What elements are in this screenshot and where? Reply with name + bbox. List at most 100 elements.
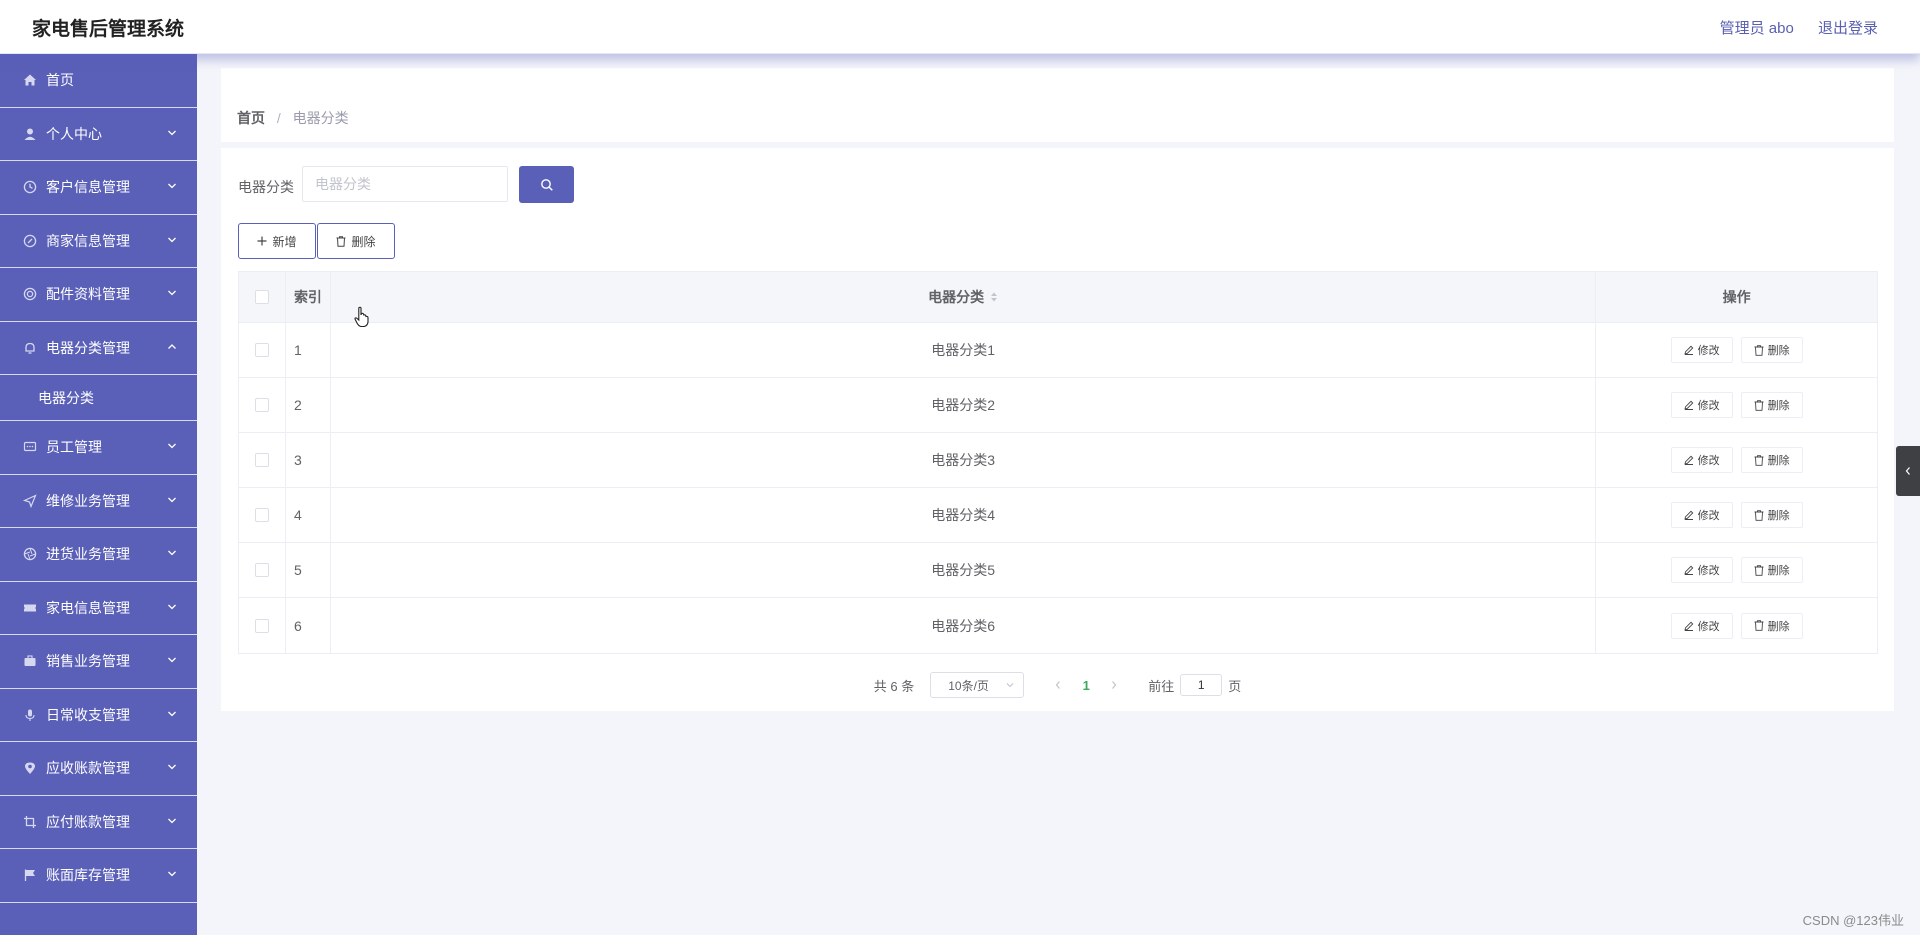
chevron-down-icon (168, 237, 176, 242)
sidebar-item-home[interactable]: 首页 (0, 54, 197, 108)
delete-button[interactable]: 删除 (1740, 502, 1803, 528)
delete-button[interactable]: 删除 (1740, 557, 1803, 583)
column-header-operation: 操作 (1722, 289, 1751, 305)
row-checkbox[interactable] (254, 453, 269, 467)
sidebar-item-purchase-business[interactable]: 进货业务管理 (0, 528, 197, 582)
edit-button-label: 修改 (1697, 565, 1720, 577)
briefcase-icon (22, 653, 38, 669)
chevron-down-icon (168, 183, 176, 189)
batch-delete-button[interactable]: 删除 (317, 223, 395, 259)
chevron-down-icon (168, 130, 176, 135)
top-right-links: 管理员 abo 退出登录 (1700, 17, 1878, 38)
search-button[interactable] (519, 166, 574, 203)
sidebar-item-customer-info[interactable]: 客户信息管理 (0, 161, 197, 215)
sidebar-item-label: 应付账款管理 (46, 813, 130, 830)
sidebar-item-merchant-info[interactable]: 商家信息管理 (0, 215, 197, 268)
trash-icon (1754, 454, 1764, 466)
chevron-down-icon (168, 711, 176, 716)
edit-button-label: 修改 (1697, 510, 1720, 522)
watermark: CSDN @123伟业 (1802, 913, 1904, 928)
sidebar-item-payables[interactable]: 应付账款管理 (0, 796, 197, 849)
row-category: 电器分类3 (331, 433, 1597, 487)
edit-button[interactable]: 修改 (1670, 447, 1733, 473)
sidebar-item-label: 进货业务管理 (46, 546, 130, 563)
category-table: 索引 电器分类 操作 1 电器分类1 修改 删除 2 电器分类2 修改 删除 3… (238, 271, 1878, 654)
page-size-select[interactable]: 10条/页 (930, 672, 1025, 698)
edit-button-label: 修改 (1697, 400, 1720, 412)
row-checkbox[interactable] (254, 343, 269, 357)
compass-icon (22, 233, 38, 249)
edit-button[interactable]: 修改 (1670, 392, 1733, 418)
trash-icon (1754, 564, 1764, 576)
trash-icon (1754, 399, 1764, 411)
home-icon (22, 72, 38, 88)
sidebar-item-label: 账面库存管理 (46, 867, 130, 884)
delete-button[interactable]: 删除 (1740, 392, 1803, 418)
delete-button[interactable]: 删除 (1740, 337, 1803, 363)
sidebar-item-personal-center[interactable]: 个人中心 (0, 108, 197, 161)
edit-icon (1684, 621, 1694, 631)
sidebar-item-sales-business[interactable]: 销售业务管理 (0, 635, 197, 689)
delete-button-label: 删除 (351, 234, 376, 249)
sidebar-item-label: 配件资料管理 (46, 286, 130, 303)
page-number-current[interactable]: 1 (1072, 678, 1100, 693)
row-index: 5 (286, 543, 331, 597)
goto-page-input[interactable] (1180, 674, 1223, 696)
row-checkbox[interactable] (254, 563, 269, 577)
sort-icon[interactable] (990, 291, 998, 303)
trash-icon (1754, 620, 1764, 631)
edit-button-label: 修改 (1697, 620, 1720, 633)
edit-button[interactable]: 修改 (1670, 612, 1733, 639)
select-all-checkbox[interactable] (254, 290, 269, 304)
location-icon (22, 760, 38, 776)
row-index: 6 (286, 598, 331, 653)
pagination-total: 共 6 条 (873, 678, 915, 694)
delete-button-label: 删除 (1767, 455, 1790, 467)
edit-button[interactable]: 修改 (1670, 557, 1733, 583)
sidebar-item-label: 日常收支管理 (46, 706, 130, 723)
table-row: 5 电器分类5 修改 删除 (239, 543, 1877, 598)
delete-button[interactable]: 删除 (1740, 447, 1803, 473)
column-header-category-label: 电器分类 (928, 289, 985, 305)
trash-icon (336, 235, 346, 247)
submenu-item-appliance-category[interactable]: 电器分类 (0, 375, 197, 421)
sidebar-item-receivables[interactable]: 应收账款管理 (0, 742, 197, 796)
sidebar-item-parts-info[interactable]: 配件资料管理 (0, 268, 197, 322)
flag-icon (22, 867, 38, 883)
row-checkbox[interactable] (254, 508, 269, 522)
row-checkbox[interactable] (254, 618, 269, 633)
send-icon (22, 493, 38, 509)
chevron-down-icon (168, 290, 176, 296)
edit-icon (1684, 345, 1694, 355)
row-checkbox[interactable] (254, 398, 269, 412)
prev-page-button[interactable] (1044, 678, 1072, 693)
sidebar-item-repair-business[interactable]: 维修业务管理 (0, 475, 197, 528)
sidebar-item-appliance-info[interactable]: 家电信息管理 (0, 582, 197, 635)
table-row: 3 电器分类3 修改 删除 (239, 433, 1877, 488)
edit-button[interactable]: 修改 (1670, 502, 1733, 528)
app-title: 家电售后管理系统 (32, 19, 185, 40)
logout-link[interactable]: 退出登录 (1818, 20, 1878, 37)
sidebar-item-book-inventory[interactable]: 账面库存管理 (0, 849, 197, 903)
page-unit-label: 页 (1228, 678, 1242, 694)
next-page-button[interactable] (1100, 678, 1128, 693)
edit-button[interactable]: 修改 (1670, 337, 1733, 363)
column-header-category[interactable]: 电器分类 (331, 272, 1597, 322)
sidebar-item-appliance-category[interactable]: 电器分类管理 (0, 322, 197, 375)
sidebar-item-daily-income-expense[interactable]: 日常收支管理 (0, 689, 197, 742)
breadcrumb-home-link[interactable]: 首页 (237, 110, 265, 126)
chevron-down-icon (168, 497, 176, 502)
search-icon (540, 178, 553, 191)
breadcrumb-separator: / (276, 110, 281, 126)
crop-icon (22, 814, 38, 830)
search-label: 电器分类 (238, 179, 294, 195)
plus-icon (257, 236, 267, 246)
category-search-input[interactable] (302, 166, 508, 202)
side-panel-toggle[interactable] (1896, 446, 1920, 496)
add-button[interactable]: 新增 (238, 223, 316, 259)
sidebar-item-staff[interactable]: 员工管理 (0, 421, 197, 475)
admin-user-label[interactable]: 管理员 abo (1720, 20, 1794, 37)
table-row: 4 电器分类4 修改 删除 (239, 488, 1877, 543)
delete-button[interactable]: 删除 (1740, 612, 1803, 639)
delete-button-label: 删除 (1767, 510, 1790, 522)
